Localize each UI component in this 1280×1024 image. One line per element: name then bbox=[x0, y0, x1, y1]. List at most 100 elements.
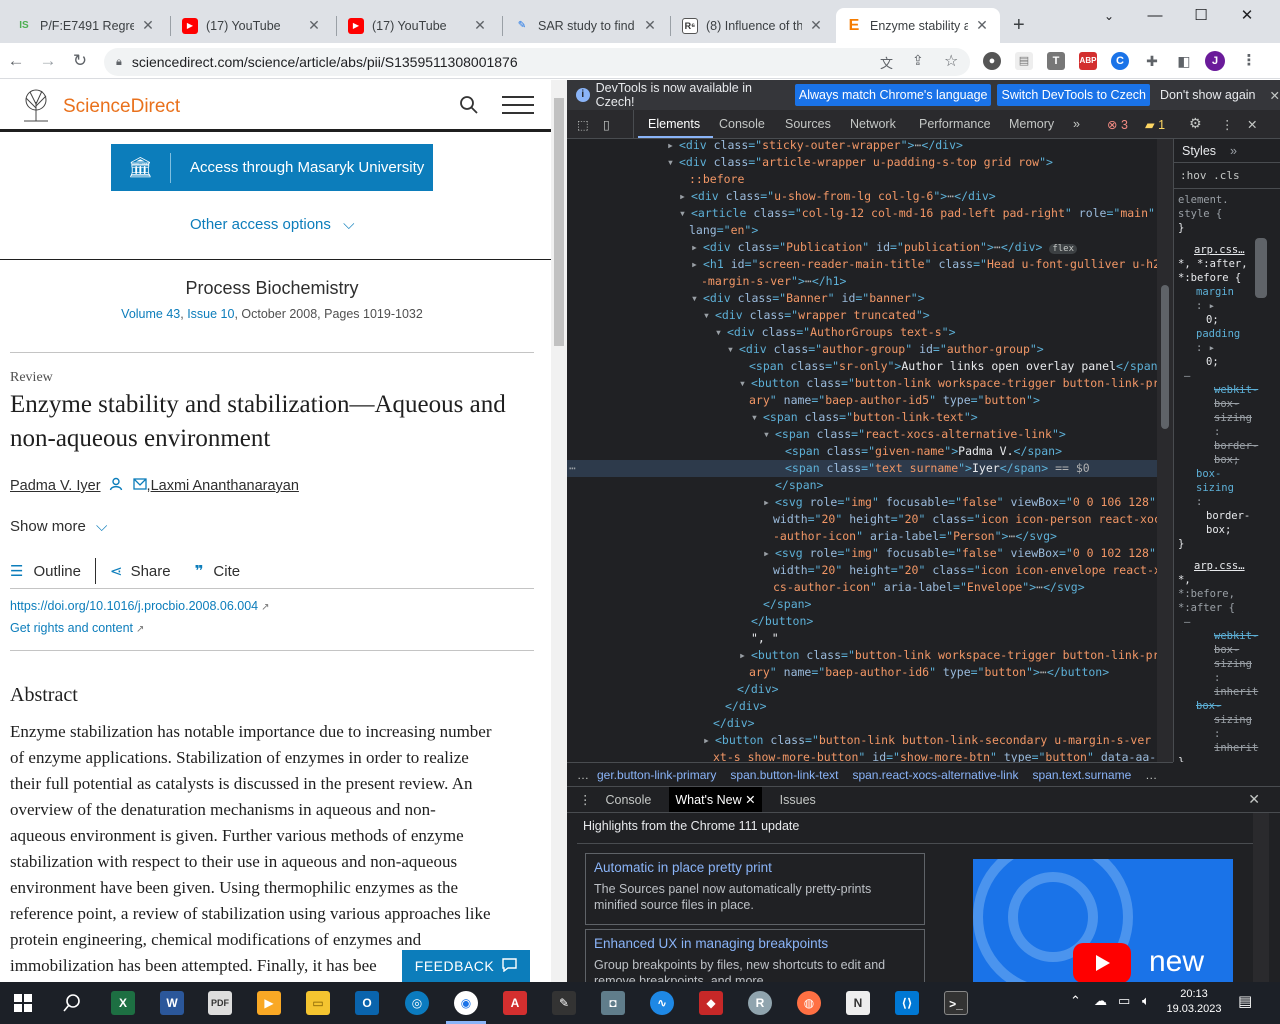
new-tab-icon[interactable]: + bbox=[1013, 14, 1025, 37]
drawer-scrollbar[interactable] bbox=[1253, 813, 1269, 983]
terminal-icon[interactable]: >_ bbox=[944, 991, 968, 1015]
switch-language-button[interactable]: Switch DevTools to Czech bbox=[997, 84, 1150, 106]
r-icon[interactable]: R bbox=[748, 991, 772, 1015]
volume-link[interactable]: Volume 43 bbox=[121, 307, 180, 321]
close-drawer-icon[interactable]: ✕ bbox=[1248, 791, 1260, 808]
tab-elements[interactable]: Elements bbox=[648, 117, 700, 131]
tab-sources[interactable]: Sources bbox=[785, 117, 831, 131]
dom-node[interactable]: ▸ <div class="sticky-outer-wrapper">⋯</di… bbox=[567, 139, 1157, 154]
tab-search-icon[interactable]: ⌄ bbox=[1086, 4, 1132, 28]
dom-node[interactable]: ▾ <div class="Banner" id="banner"> bbox=[567, 290, 1157, 307]
notifications-icon[interactable]: ▤ bbox=[1238, 992, 1252, 1010]
scrollbar-thumb[interactable] bbox=[1161, 285, 1169, 429]
gear-icon[interactable]: ⚙ bbox=[1189, 115, 1202, 132]
breadcrumb-item[interactable]: span.text.surname bbox=[1033, 768, 1132, 782]
error-count-badge[interactable]: ⊗ 3 bbox=[1107, 117, 1128, 132]
clock[interactable]: 20:13 19.03.2023 bbox=[1166, 987, 1222, 1017]
browser-tab[interactable]: R⁶ (8) Influence of the ✕ bbox=[672, 8, 834, 43]
author-link[interactable]: Laxmi Ananthanarayan bbox=[151, 478, 299, 494]
close-icon[interactable]: ✕ bbox=[1270, 88, 1280, 103]
author-link[interactable]: Padma V. Iyer bbox=[10, 478, 101, 494]
word-icon[interactable]: W bbox=[160, 991, 184, 1015]
dom-node[interactable]: ▸ <button class="button-link workspace-tr… bbox=[567, 647, 1173, 664]
dom-node[interactable]: ▸ <h1 id="screen-reader-main-title" class… bbox=[567, 256, 1173, 273]
search-icon[interactable] bbox=[459, 95, 479, 115]
person-icon[interactable] bbox=[109, 477, 123, 495]
drawer-tab-console[interactable]: Console bbox=[606, 793, 652, 807]
dom-node[interactable]: </span> bbox=[567, 596, 1157, 613]
back-icon[interactable]: ← bbox=[4, 49, 28, 73]
maximize-icon[interactable]: ☐ bbox=[1178, 4, 1224, 28]
translate-icon[interactable]: 文 bbox=[880, 53, 893, 72]
close-window-icon[interactable]: ✕ bbox=[1224, 4, 1270, 28]
forward-icon[interactable]: → bbox=[36, 49, 60, 73]
dom-node[interactable]: width="20" height="20" class="icon icon-… bbox=[567, 511, 1168, 528]
breadcrumb-overflow-icon[interactable]: … bbox=[1145, 768, 1157, 782]
camera-icon[interactable]: ◘ bbox=[601, 991, 625, 1015]
dom-node[interactable]: ::before bbox=[567, 171, 1157, 188]
dom-node[interactable]: ▾ <div class="article-wrapper u-padding-s… bbox=[567, 154, 1157, 171]
elements-scrollbar[interactable] bbox=[1157, 139, 1173, 762]
side-panel-icon[interactable]: ◧ bbox=[1175, 52, 1193, 70]
feature-card-title[interactable]: Enhanced UX in managing breakpoints bbox=[594, 936, 916, 951]
breadcrumb-overflow-icon[interactable]: … bbox=[577, 768, 589, 782]
browser-tab[interactable]: ✎ SAR study to find c ✕ bbox=[504, 8, 668, 43]
menu-kebab-icon[interactable]: ⋮ bbox=[1240, 52, 1258, 70]
dom-node[interactable]: </span> bbox=[567, 477, 1157, 494]
extension-icon[interactable]: C bbox=[1111, 52, 1129, 70]
vscode-icon[interactable]: ⟨⟩ bbox=[895, 991, 919, 1015]
dom-node[interactable]: ▸ <button class="button-link button-link-… bbox=[567, 732, 1172, 749]
extension-icon[interactable]: ▤ bbox=[1015, 52, 1033, 70]
inspect-element-icon[interactable]: ⬚ bbox=[577, 117, 589, 132]
app-icon[interactable]: ◆ bbox=[699, 991, 723, 1015]
url-text[interactable]: sciencedirect.com/science/article/abs/pi… bbox=[132, 54, 518, 70]
dom-node[interactable]: -author-icon" aria-label="Person">⋯</svg… bbox=[567, 528, 1157, 545]
more-tabs-icon[interactable]: » bbox=[1230, 144, 1237, 158]
dom-node[interactable]: xt-s show-more-button" id="show-more-btn… bbox=[567, 749, 1157, 762]
dom-node-selected[interactable]: ⋯ <span class="text surname">Iyer</span> … bbox=[567, 460, 1157, 477]
chevron-up-icon[interactable]: ⌃ bbox=[1070, 993, 1081, 1009]
drawer-tab-issues[interactable]: Issues bbox=[780, 793, 816, 807]
network-icon[interactable]: ▭ bbox=[1118, 993, 1130, 1009]
bookmark-star-icon[interactable]: ☆ bbox=[944, 51, 958, 71]
media-player-icon[interactable]: ▶ bbox=[257, 991, 281, 1015]
dom-node[interactable]: ▸ <div class="Publication" id="publicatio… bbox=[567, 239, 1157, 256]
styles-scrollbar-thumb[interactable] bbox=[1255, 238, 1267, 298]
browser-tab[interactable]: IS P/F:E7491 Regresní ✕ bbox=[6, 8, 166, 43]
show-more-button[interactable]: Show more ⌵ bbox=[10, 518, 107, 535]
close-tab-icon[interactable]: ✕ bbox=[140, 17, 156, 34]
breadcrumb-item[interactable]: ger.button-link-primary bbox=[597, 768, 716, 782]
tab-memory[interactable]: Memory bbox=[1009, 117, 1054, 131]
search-icon[interactable] bbox=[62, 993, 82, 1013]
minimize-icon[interactable]: — bbox=[1132, 4, 1178, 28]
notepad-icon[interactable]: N bbox=[846, 991, 870, 1015]
close-tab-icon[interactable]: ✕ bbox=[974, 17, 990, 34]
firefox-icon[interactable]: ◍ bbox=[797, 991, 821, 1015]
breadcrumb-item[interactable]: span.react-xocs-alternative-link bbox=[852, 768, 1018, 782]
dom-node[interactable]: </div> bbox=[567, 715, 1157, 732]
elements-tree[interactable]: ▸ <div class="sticky-outer-wrapper">⋯</di… bbox=[567, 139, 1173, 762]
dom-node[interactable]: ▾ <span class="react-xocs-alternative-lin… bbox=[567, 426, 1157, 443]
rights-link[interactable]: Get rights and content ↗ bbox=[10, 621, 144, 635]
styles-pane[interactable]: Styles» :hov .cls element. style {} arp.c… bbox=[1173, 139, 1280, 762]
dom-node[interactable]: </div> bbox=[567, 698, 1157, 715]
browser-tab[interactable]: ▶ (17) YouTube ✕ bbox=[172, 8, 332, 43]
page-scrollbar[interactable] bbox=[551, 80, 567, 982]
outlook-icon[interactable]: O bbox=[355, 991, 379, 1015]
acrobat-icon[interactable]: A bbox=[503, 991, 527, 1015]
tab-console[interactable]: Console bbox=[719, 117, 765, 131]
match-language-button[interactable]: Always match Chrome's language bbox=[794, 84, 992, 106]
dom-node[interactable]: </button> bbox=[567, 613, 1157, 630]
hov-toggle[interactable]: :hov bbox=[1180, 169, 1207, 182]
dom-node[interactable]: ▸ <div class="u-show-from-lg col-lg-6">⋯<… bbox=[567, 188, 1157, 205]
app-icon[interactable]: ✎ bbox=[552, 991, 576, 1015]
cls-toggle[interactable]: .cls bbox=[1213, 169, 1240, 182]
extension-icon[interactable]: ● bbox=[983, 52, 1001, 70]
feature-card[interactable]: Enhanced UX in managing breakpoints Grou… bbox=[585, 929, 925, 989]
profile-avatar[interactable]: J bbox=[1205, 51, 1225, 71]
dom-node[interactable]: cs-author-icon" aria-label="Envelope">⋯<… bbox=[567, 579, 1157, 596]
dom-node[interactable]: lang="en"> bbox=[567, 222, 1157, 239]
feature-card[interactable]: Automatic in place pretty print The Sour… bbox=[585, 853, 925, 925]
institution-access-button[interactable]: 🏛︎ Access through Masaryk University bbox=[111, 144, 433, 191]
adblock-icon[interactable]: ABP bbox=[1079, 52, 1097, 70]
